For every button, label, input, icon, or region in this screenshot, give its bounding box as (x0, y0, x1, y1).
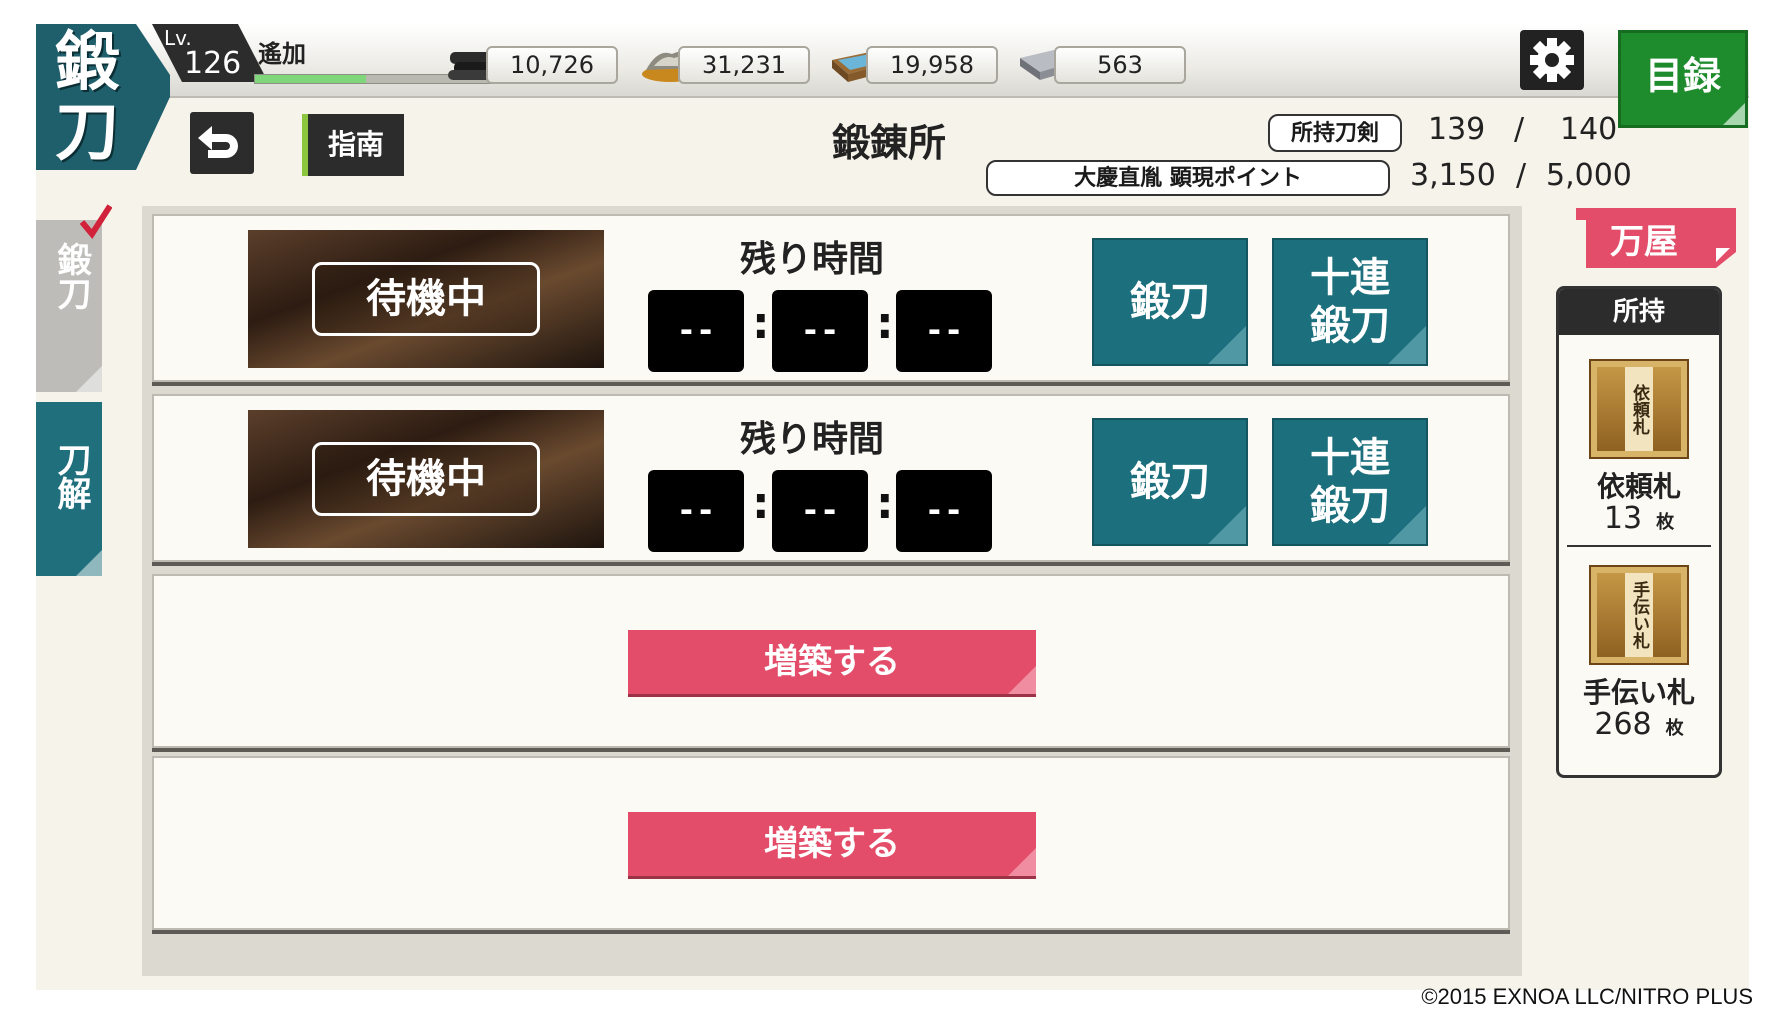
event-points-separator: / (1516, 158, 1527, 193)
timer-minutes: -- (772, 470, 868, 552)
forge-slot-list: 待機中 残り時間 -- : -- : -- 鍛刀 十連 鍛刀 待機中 残り時間 … (142, 206, 1522, 976)
owned-swords-max: 140 (1560, 112, 1618, 147)
event-points-value: 3,150 (1410, 158, 1496, 193)
timer-hours: -- (648, 470, 744, 552)
gear-icon (1530, 38, 1574, 82)
resource-steel: 31,231 (638, 42, 810, 84)
timer-minutes: -- (772, 290, 868, 372)
timer-hours: -- (648, 290, 744, 372)
expand-button[interactable]: 増築する (628, 812, 1036, 876)
owned-swords-value: 139 (1428, 112, 1486, 147)
locked-slot-3: 増築する (152, 574, 1510, 748)
help-card-name: 手伝い札 (1582, 676, 1695, 709)
help-card-count: 268 枚 (1594, 707, 1684, 742)
tab-forge-label: 鍛刀 (51, 242, 91, 310)
remaining-time-label: 残り時間 (740, 238, 885, 280)
owned-items-heading: 所持 (1559, 289, 1719, 335)
request-card-icon: 依頼札 (1589, 359, 1689, 459)
timer-seconds: -- (896, 470, 992, 552)
owned-swords-label: 所持刀剣 (1268, 114, 1402, 152)
forge-slot-image: 待機中 (248, 230, 604, 368)
timer-seconds: -- (896, 290, 992, 372)
settings-button[interactable] (1520, 30, 1584, 90)
water-count: 19,958 (866, 46, 998, 84)
request-card-icon-text: 依頼札 (1625, 367, 1653, 451)
event-points-label: 大慶直胤 顕現ポイント (986, 160, 1390, 196)
remaining-time-label: 残り時間 (740, 418, 885, 460)
forge-slot-status: 待機中 (312, 442, 540, 516)
shop-label: 万屋 (1610, 222, 1678, 262)
locked-slot-4: 増築する (152, 756, 1510, 930)
forge-button[interactable]: 鍛刀 (1092, 418, 1248, 546)
whetstone-count: 563 (1054, 46, 1186, 84)
help-card-icon-text: 手伝い札 (1625, 573, 1653, 657)
timer-colon: : (876, 478, 894, 529)
owned-items-panel: 所持 依頼札 依頼札 13 枚 手伝い札 手伝い札 268 枚 (1556, 286, 1722, 778)
expand-button[interactable]: 増築する (628, 630, 1036, 694)
copyright-notice: ©2015 EXNOA LLC/NITRO PLUS (1421, 984, 1753, 1009)
forge-button[interactable]: 鍛刀 (1092, 238, 1248, 366)
ten-forge-button[interactable]: 十連 鍛刀 (1272, 238, 1428, 366)
page-title: 鍛錬所 (832, 120, 947, 165)
event-points-max: 5,000 (1546, 158, 1632, 193)
timer-colon: : (752, 478, 770, 529)
forge-slot-image: 待機中 (248, 410, 604, 548)
request-card-name: 依頼札 (1596, 470, 1681, 503)
tab-forge[interactable]: 鍛刀 (36, 204, 112, 392)
ten-forge-button[interactable]: 十連 鍛刀 (1272, 418, 1428, 546)
player-name: 遙加 (258, 39, 306, 68)
charcoal-count: 10,726 (486, 46, 618, 84)
shop-button[interactable]: 万屋 (1576, 208, 1736, 268)
owned-swords-separator: / (1514, 112, 1525, 147)
forge-screen: 鍛刀 Lv. 126 遙加 10,726 31,231 19,958 563 目… (36, 24, 1749, 990)
guide-button[interactable]: 指南 (302, 114, 404, 176)
forge-slot-status: 待機中 (312, 262, 540, 336)
help-card-icon: 手伝い札 (1589, 565, 1689, 665)
checkmark-icon (80, 204, 112, 240)
forge-slot-2: 待機中 残り時間 -- : -- : -- 鍛刀 十連 鍛刀 (152, 394, 1510, 562)
page-emblem-label: 鍛刀 (55, 25, 119, 170)
catalog-button[interactable]: 目録 (1618, 30, 1748, 128)
back-arrow-icon (198, 126, 238, 158)
owned-items-divider (1567, 545, 1711, 547)
timer-colon: : (876, 298, 894, 349)
xp-bar-fill (255, 75, 366, 83)
steel-count: 31,231 (678, 46, 810, 84)
back-button[interactable] (190, 112, 254, 174)
request-card-count: 13 枚 (1603, 501, 1675, 536)
level-value: 126 (184, 46, 242, 81)
forge-slot-1: 待機中 残り時間 -- : -- : -- 鍛刀 十連 鍛刀 (152, 214, 1510, 382)
resource-water: 19,958 (826, 42, 998, 84)
tab-dismantle-label: 刀解 (51, 442, 91, 510)
tab-dismantle[interactable]: 刀解 (36, 402, 102, 576)
timer-colon: : (752, 298, 770, 349)
resource-charcoal: 10,726 (446, 42, 618, 84)
resource-whetstone: 563 (1014, 42, 1186, 84)
